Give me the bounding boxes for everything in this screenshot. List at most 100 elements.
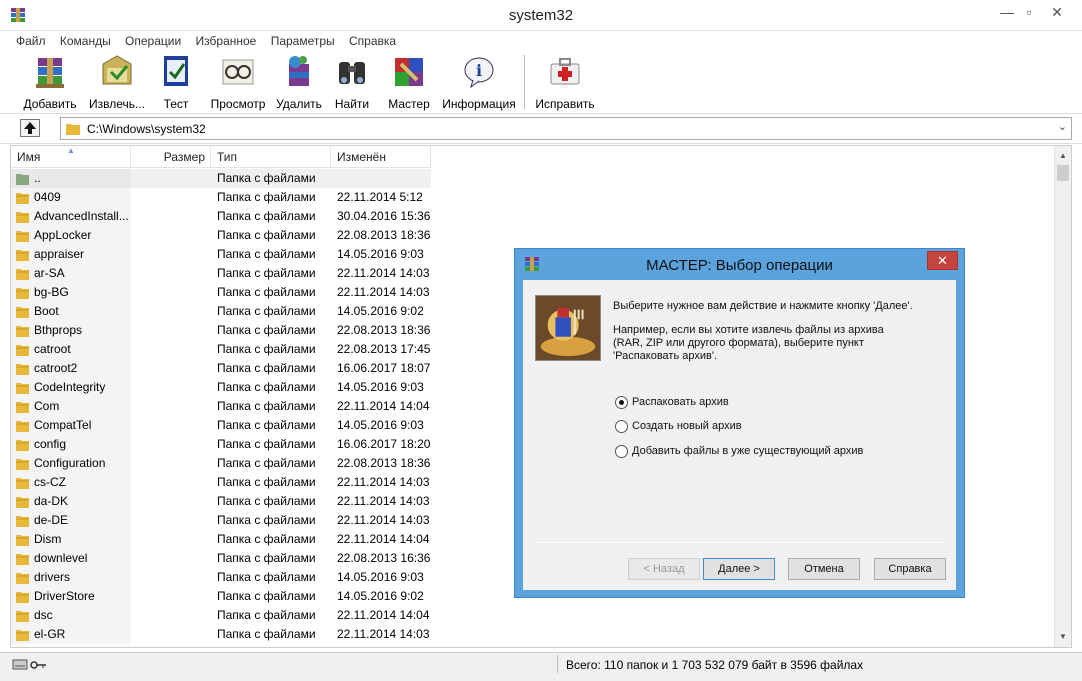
table-row[interactable]: Configuration Папка с файлами 22.08.2013 1… xyxy=(11,454,431,473)
file-date: 22.11.2014 14:04 xyxy=(337,532,430,546)
file-type: Папка с файлами xyxy=(217,285,316,299)
table-row[interactable]: downlevel Папка с файлами 22.08.2013 16:36 xyxy=(11,549,431,568)
extract-button[interactable]: Извлечь... xyxy=(86,54,148,112)
table-row[interactable]: catroot Папка с файлами 22.08.2013 17:45 xyxy=(11,340,431,359)
table-row[interactable]: catroot2 Папка с файлами 16.06.2017 18:07 xyxy=(11,359,431,378)
table-row[interactable]: ar-SA Папка с файлами 22.11.2014 14:03 xyxy=(11,264,431,283)
table-row[interactable]: el-GR Папка с файлами 22.11.2014 14:03 xyxy=(11,625,431,644)
file-name-cell: de-DE xyxy=(11,511,131,530)
vertical-scrollbar[interactable]: ▲ ▼ xyxy=(1054,146,1071,647)
add-button[interactable]: Добавить xyxy=(22,54,78,112)
file-name-cell: appraiser xyxy=(11,245,131,264)
table-row[interactable]: Com Папка с файлами 22.11.2014 14:04 xyxy=(11,397,431,416)
table-row[interactable]: Boot Папка с файлами 14.05.2016 9:02 xyxy=(11,302,431,321)
dialog-close-icon[interactable]: ✕ xyxy=(927,251,958,270)
radio-add-circle[interactable] xyxy=(615,445,628,458)
file-date: 14.05.2016 9:02 xyxy=(337,589,424,603)
file-type: Папка с файлами xyxy=(217,247,316,261)
folder-icon xyxy=(16,554,29,565)
scroll-thumb[interactable] xyxy=(1057,165,1069,181)
file-date: 16.06.2017 18:20 xyxy=(337,437,431,451)
table-row[interactable]: AdvancedInstall... Папка с файлами 30.04.2… xyxy=(11,207,431,226)
table-row[interactable]: Dism Папка с файлами 22.11.2014 14:04 xyxy=(11,530,431,549)
folder-icon xyxy=(16,402,29,413)
up-folder-button[interactable] xyxy=(20,119,40,137)
folder-icon xyxy=(16,421,29,432)
file-type: Папка с файлами xyxy=(217,418,316,432)
folder-icon xyxy=(16,459,29,470)
folder-icon xyxy=(16,231,29,242)
path-field[interactable]: C:\Windows\system32 ⌄ xyxy=(60,117,1072,140)
file-name-cell: Configuration xyxy=(11,454,131,473)
table-row[interactable]: bg-BG Папка с файлами 22.11.2014 14:03 xyxy=(11,283,431,302)
file-type: Папка с файлами xyxy=(217,171,316,185)
file-type: Папка с файлами xyxy=(217,475,316,489)
menu-help[interactable]: Справка xyxy=(343,31,401,48)
file-name-cell: el-GR xyxy=(11,625,131,644)
title-bar: system32 — ▫ ✕ xyxy=(0,0,1082,31)
menu-commands[interactable]: Команды xyxy=(54,31,116,48)
radio-create-circle[interactable] xyxy=(615,420,628,433)
file-type: Папка с файлами xyxy=(217,437,316,451)
file-name-cell: Boot xyxy=(11,302,131,321)
menu-favorites[interactable]: Избранное xyxy=(190,31,262,48)
menu-file[interactable]: Файл xyxy=(0,31,51,48)
table-row[interactable]: dsc Папка с файлами 22.11.2014 14:04 xyxy=(11,606,431,625)
menu-options[interactable]: Параметры xyxy=(265,31,340,48)
wizard-button[interactable]: Мастер xyxy=(384,54,434,112)
table-row[interactable]: .. Папка с файлами xyxy=(11,169,431,188)
table-row[interactable]: de-DE Папка с файлами 22.11.2014 14:03 xyxy=(11,511,431,530)
file-type: Папка с файлами xyxy=(217,323,316,337)
file-name: CodeIntegrity xyxy=(34,380,106,394)
file-type: Папка с файлами xyxy=(217,608,316,622)
scroll-down-icon[interactable]: ▼ xyxy=(1055,629,1071,645)
maximize-icon[interactable]: ▫ xyxy=(1016,2,1042,24)
test-button[interactable]: Тест xyxy=(156,54,196,112)
table-row[interactable]: da-DK Папка с файлами 22.11.2014 14:03 xyxy=(11,492,431,511)
dialog-title-bar[interactable]: МАСТЕР: Выбор операции ✕ xyxy=(515,249,964,280)
next-button[interactable]: Далее > xyxy=(703,558,775,580)
file-type: Папка с файлами xyxy=(217,361,316,375)
folder-icon xyxy=(16,478,29,489)
table-row[interactable]: drivers Папка с файлами 14.05.2016 9:03 xyxy=(11,568,431,587)
view-button[interactable]: Просмотр xyxy=(208,54,268,112)
delete-button[interactable]: Удалить xyxy=(276,54,322,112)
table-row[interactable]: CodeIntegrity Папка с файлами 14.05.2016 9… xyxy=(11,378,431,397)
repair-button[interactable]: Исправить xyxy=(532,54,598,112)
table-row[interactable]: AppLocker Папка с файлами 22.08.2013 18:36 xyxy=(11,226,431,245)
find-button[interactable]: Найти xyxy=(332,54,372,112)
cancel-button[interactable]: Отмена xyxy=(788,558,860,580)
table-row[interactable]: CompatTel Папка с файлами 14.05.2016 9:03 xyxy=(11,416,431,435)
folder-icon xyxy=(16,535,29,546)
wizard-dialog: МАСТЕР: Выбор операции ✕ Выберите нужное… xyxy=(514,248,965,598)
table-row[interactable]: config Папка с файлами 16.06.2017 18:20 xyxy=(11,435,431,454)
table-row[interactable]: appraiser Папка с файлами 14.05.2016 9:03 xyxy=(11,245,431,264)
file-name-cell: catroot xyxy=(11,340,131,359)
radio-extract-circle[interactable] xyxy=(615,396,628,409)
file-name-cell: Bthprops xyxy=(11,321,131,340)
table-row[interactable]: Bthprops Папка с файлами 22.08.2013 18:36 xyxy=(11,321,431,340)
back-button[interactable]: < Назад xyxy=(628,558,700,580)
status-bar: Всего: 110 папок и 1 703 532 079 байт в … xyxy=(0,652,1082,681)
toolbar-separator xyxy=(524,55,525,109)
folder-icon xyxy=(16,630,29,641)
help-button[interactable]: Справка xyxy=(874,558,946,580)
intro-text: Выберите нужное вам действие и нажмите к… xyxy=(613,300,913,312)
info-button[interactable]: i Информация xyxy=(440,54,518,112)
table-row[interactable]: 0409 Папка с файлами 22.11.2014 5:12 xyxy=(11,188,431,207)
menu-operations[interactable]: Операции xyxy=(119,31,186,48)
status-divider xyxy=(557,655,558,673)
table-row[interactable]: cs-CZ Папка с файлами 22.11.2014 14:03 xyxy=(11,473,431,492)
chevron-down-icon[interactable]: ⌄ xyxy=(1058,120,1067,133)
column-type[interactable]: Тип xyxy=(211,146,331,168)
scroll-up-icon[interactable]: ▲ xyxy=(1055,148,1071,164)
column-size[interactable]: Размер xyxy=(131,146,211,168)
close-icon[interactable]: ✕ xyxy=(1044,2,1070,24)
example-line-1: Например, если вы хотите извлечь файлы и… xyxy=(613,324,884,336)
file-name: catroot xyxy=(34,342,71,356)
file-rows: .. Папка с файлами 0409 Папка с файлами 22.1… xyxy=(11,169,431,644)
column-modified[interactable]: Изменён xyxy=(331,146,431,168)
menu-bar: Файл Команды Операции Избранное Параметр… xyxy=(0,31,1082,51)
table-row[interactable]: DriverStore Папка с файлами 14.05.2016 9:0… xyxy=(11,587,431,606)
file-name-cell: AdvancedInstall... xyxy=(11,207,131,226)
